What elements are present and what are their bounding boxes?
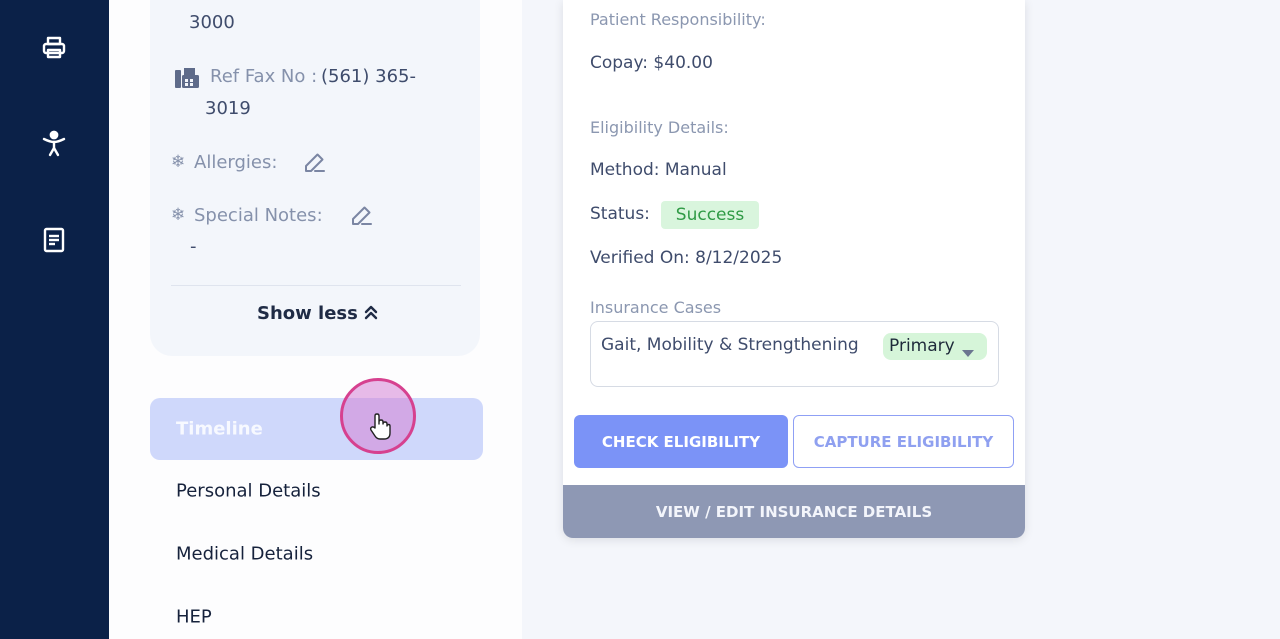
case-type-dropdown[interactable]: Primary — [883, 333, 987, 360]
special-notes-label: Special Notes: — [194, 205, 323, 226]
status-badge: Success — [661, 201, 759, 229]
ref-fax-value: (561) 365- — [321, 66, 416, 87]
copay-value: Copay: $40.00 — [590, 53, 713, 73]
show-less-label: Show less — [257, 303, 358, 324]
card-divider — [171, 285, 461, 286]
special-notes-value: - — [190, 236, 197, 257]
snowflake-icon: ❄ — [171, 152, 186, 172]
view-edit-insurance-button[interactable]: VIEW / EDIT INSURANCE DETAILS — [563, 485, 1025, 538]
nav-item-timeline[interactable]: Timeline — [150, 398, 483, 460]
nav-item-hep[interactable]: HEP — [150, 586, 483, 639]
nav-item-label: Timeline — [176, 418, 263, 440]
capture-eligibility-button[interactable]: CAPTURE ELIGIBILITY — [793, 415, 1014, 468]
phone-number-tail: 3000 — [189, 12, 235, 33]
nav-item-personal-details[interactable]: Personal Details — [150, 460, 483, 522]
status-label: Status: — [590, 204, 650, 224]
method-value: Method: Manual — [590, 160, 727, 180]
document-icon[interactable] — [39, 225, 69, 255]
snowflake-icon: ❄ — [171, 205, 186, 225]
nav-item-label: Medical Details — [176, 543, 314, 565]
verified-on-value: Verified On: 8/12/2025 — [590, 248, 783, 268]
caret-down-icon — [962, 343, 974, 363]
icon-rail — [0, 0, 109, 639]
ref-fax-label: Ref Fax No : — [210, 66, 318, 87]
eligibility-details-label: Eligibility Details: — [590, 118, 729, 137]
insurance-cases-label: Insurance Cases — [590, 298, 722, 317]
patient-responsibility-label: Patient Responsibility: — [590, 10, 766, 29]
edit-allergies-icon[interactable] — [303, 150, 327, 178]
edit-special-notes-icon[interactable] — [350, 203, 374, 231]
nav-item-label: HEP — [176, 606, 212, 628]
nav-item-medical-details[interactable]: Medical Details — [150, 523, 483, 585]
fax-icon — [173, 66, 201, 94]
allergies-label: Allergies: — [194, 152, 278, 173]
printer-icon[interactable] — [39, 33, 69, 63]
person-stretch-icon[interactable] — [39, 129, 69, 159]
nav-item-label: Personal Details — [176, 480, 321, 502]
check-eligibility-button[interactable]: CHECK ELIGIBILITY — [574, 415, 788, 468]
case-name: Gait, Mobility & Strengthening — [601, 335, 859, 355]
ref-fax-value-cont: 3019 — [205, 98, 251, 119]
double-chevron-up-icon — [364, 304, 378, 324]
case-type-value: Primary — [889, 336, 955, 356]
show-less-button[interactable]: Show less — [257, 303, 378, 324]
hand-cursor-icon — [368, 412, 392, 446]
